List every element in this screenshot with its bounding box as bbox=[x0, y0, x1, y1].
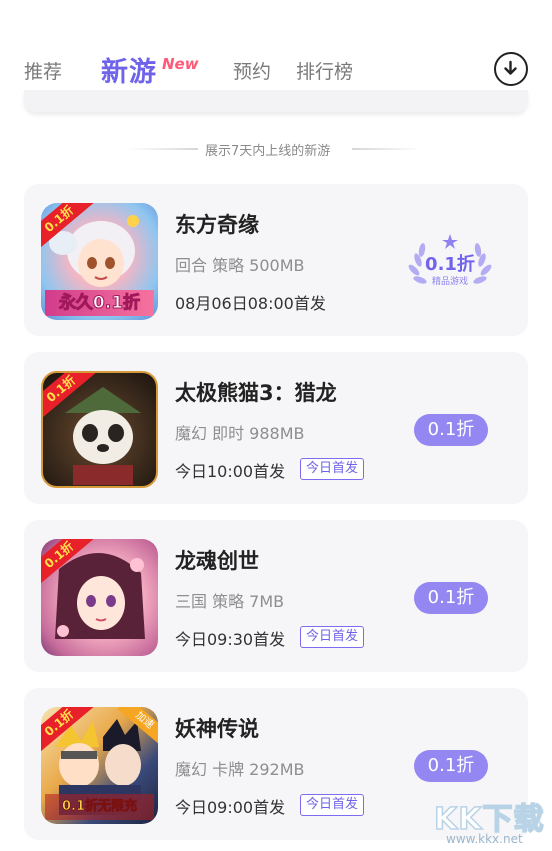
launch-tag: 今日首发 bbox=[300, 626, 365, 648]
premium-discount-badge: 0.1折 精品游戏 bbox=[402, 230, 498, 292]
tab-new-games[interactable]: 新游 bbox=[101, 50, 157, 89]
site-watermark: KK下载 www.kkx.net bbox=[432, 794, 552, 851]
game-name: 龙魂创世 bbox=[175, 549, 259, 573]
launch-tag: 今日首发 bbox=[300, 458, 365, 480]
section-divider: 展示7天内上线的新游 bbox=[0, 138, 552, 160]
tab-ranking[interactable]: 排行榜 bbox=[296, 57, 353, 84]
icon-banner-text: 永久0.1折 bbox=[45, 290, 154, 316]
icon-banner-text: 0.1折无限充 bbox=[45, 794, 154, 820]
game-icon[interactable]: 0.1折 加速 0.1折无限充 bbox=[41, 707, 158, 824]
game-meta: 三国 策略 7MB bbox=[175, 592, 285, 611]
game-meta: 回合 策略 500MB bbox=[175, 256, 305, 275]
game-meta: 魔幻 卡牌 292MB bbox=[175, 760, 305, 779]
game-name: 妖神传说 bbox=[175, 717, 259, 741]
discount-pill[interactable]: 0.1折 bbox=[414, 582, 488, 614]
discount-value: 0.1折 bbox=[425, 254, 475, 275]
top-nav: 推荐 新游 New 预约 排行榜 bbox=[0, 0, 552, 100]
divider-line-left bbox=[128, 148, 198, 150]
premium-label: 精品游戏 bbox=[431, 277, 468, 287]
release-time: 08月06日08:00首发 bbox=[175, 294, 326, 313]
discount-pill[interactable]: 0.1折 bbox=[414, 414, 488, 446]
game-name: 东方奇缘 bbox=[175, 213, 259, 237]
release-time: 今日09:00首发 bbox=[175, 798, 286, 817]
game-card[interactable]: 0.1折 永久0.1折 东方奇缘 回合 策略 500MB 08月06日08:00… bbox=[24, 184, 528, 336]
game-icon[interactable]: 0.1折 永久0.1折 bbox=[41, 203, 158, 320]
watermark-url: www.kkx.net bbox=[446, 832, 523, 846]
divider-line-right bbox=[352, 148, 422, 150]
download-icon bbox=[504, 60, 517, 75]
game-icon[interactable]: 0.1折 bbox=[41, 371, 158, 488]
collapsed-banner-strip bbox=[24, 90, 528, 112]
discount-pill[interactable]: 0.1折 bbox=[414, 750, 488, 782]
game-name: 太极熊猫3：猎龙 bbox=[175, 381, 337, 405]
new-badge: New bbox=[162, 55, 199, 73]
tab-reserve[interactable]: 预约 bbox=[233, 57, 271, 84]
launch-tag: 今日首发 bbox=[300, 794, 365, 816]
download-button[interactable] bbox=[494, 52, 528, 86]
tab-recommend[interactable]: 推荐 bbox=[24, 57, 62, 84]
game-card[interactable]: 0.1折 龙魂创世 三国 策略 7MB 今日09:30首发 今日首发 0.1折 bbox=[24, 520, 528, 672]
release-time: 今日10:00首发 bbox=[175, 462, 286, 481]
game-card[interactable]: 0.1折 太极熊猫3：猎龙 魔幻 即时 988MB 今日10:00首发 今日首发… bbox=[24, 352, 528, 504]
game-icon[interactable]: 0.1折 bbox=[41, 539, 158, 656]
section-hint: 展示7天内上线的新游 bbox=[205, 144, 331, 159]
game-meta: 魔幻 即时 988MB bbox=[175, 424, 305, 443]
release-time: 今日09:30首发 bbox=[175, 630, 286, 649]
